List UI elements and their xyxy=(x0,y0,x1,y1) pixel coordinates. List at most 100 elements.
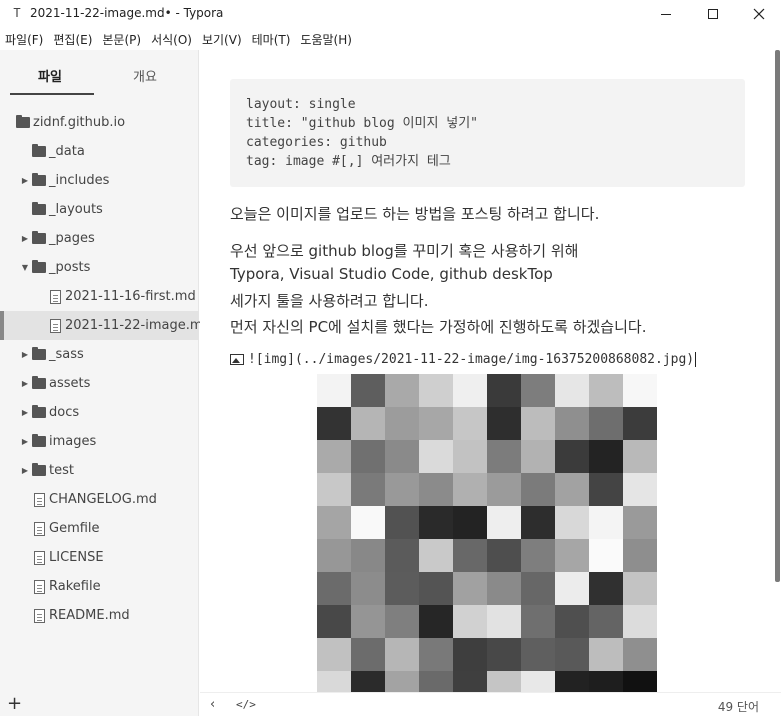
paragraph-intro: 오늘은 이미지를 업로드 하는 방법을 포스팅 하려고 합니다. xyxy=(230,205,600,223)
folder-icon xyxy=(32,260,46,273)
source-code-mode-button[interactable]: </> xyxy=(236,698,256,711)
image-pixel-block xyxy=(317,605,351,638)
image-pixel-block xyxy=(555,539,589,572)
tree-folder[interactable]: ▶ _includes xyxy=(0,166,199,195)
tree-folder[interactable]: ▶ images xyxy=(0,427,199,456)
maximize-icon xyxy=(708,9,718,19)
close-button[interactable] xyxy=(736,0,781,28)
tree-file[interactable]: Gemfile xyxy=(0,514,199,543)
image-pixel-block xyxy=(521,671,555,692)
embedded-image[interactable] xyxy=(317,374,657,692)
image-pixel-block xyxy=(385,605,419,638)
chevron-right-icon[interactable]: ▶ xyxy=(20,437,30,446)
folder-icon xyxy=(32,144,46,157)
image-pixel-block xyxy=(419,440,453,473)
tree-folder[interactable]: zidnf.github.io xyxy=(0,108,199,137)
editor-area[interactable]: layout: single title: "github blog 이미지 넣… xyxy=(200,50,781,692)
yaml-front-matter[interactable]: layout: single title: "github blog 이미지 넣… xyxy=(230,79,745,187)
menu-themes[interactable]: 테마(T) xyxy=(252,31,291,48)
tree-folder[interactable]: ▶ _pages xyxy=(0,224,199,253)
tree-item-label: docs xyxy=(49,405,80,420)
tab-outline[interactable]: 개요 xyxy=(133,66,157,85)
tree-folder[interactable]: ▶ test xyxy=(0,456,199,485)
front-matter-line: title: "github blog 이미지 넣기" xyxy=(246,116,478,131)
tree-file[interactable]: 2021-11-16-first.md xyxy=(0,282,199,311)
image-pixel-block xyxy=(555,407,589,440)
menu-view[interactable]: 보기(V) xyxy=(202,31,242,48)
image-pixel-block xyxy=(623,638,657,671)
word-count[interactable]: 49 단어 xyxy=(718,698,759,715)
chevron-down-icon[interactable]: ▼ xyxy=(20,263,30,272)
image-pixel-block xyxy=(385,407,419,440)
image-pixel-block xyxy=(487,539,521,572)
editor-scrollbar[interactable] xyxy=(773,50,781,692)
chevron-right-icon[interactable]: ▶ xyxy=(20,176,30,185)
chevron-right-icon[interactable]: ▶ xyxy=(20,234,30,243)
tree-file[interactable]: Rakefile xyxy=(0,572,199,601)
image-pixel-block xyxy=(351,506,385,539)
image-pixel-block xyxy=(487,407,521,440)
tree-folder[interactable]: _data xyxy=(0,137,199,166)
folder-icon xyxy=(32,463,46,476)
maximize-button[interactable] xyxy=(690,0,736,28)
paragraph-line: 우선 앞으로 github blog를 꾸미기 혹은 사용하기 위해 xyxy=(230,242,579,260)
close-icon xyxy=(753,8,765,20)
minimize-button[interactable] xyxy=(643,0,689,28)
tree-folder[interactable]: ▶ assets xyxy=(0,369,199,398)
chevron-right-icon[interactable]: ▶ xyxy=(20,350,30,359)
menu-edit[interactable]: 편집(E) xyxy=(53,31,92,48)
image-pixel-block xyxy=(453,605,487,638)
image-pixel-block xyxy=(623,407,657,440)
image-pixel-block xyxy=(385,473,419,506)
tree-item-label: _includes xyxy=(49,173,110,188)
menu-format[interactable]: 서식(O) xyxy=(151,31,192,48)
tree-item-label: 2021-11-22-image.md xyxy=(65,318,211,333)
sidebar-footer: + xyxy=(0,692,199,716)
file-sidebar: 파일 개요 zidnf.github.io _data ▶ _includes _lay… xyxy=(0,50,211,716)
image-markdown-source[interactable]: ![img](../images/2021-11-22-image/img-16… xyxy=(230,352,697,367)
tree-item-label: LICENSE xyxy=(49,550,104,565)
tree-folder[interactable]: ▶ docs xyxy=(0,398,199,427)
image-pixel-block xyxy=(317,506,351,539)
tab-files[interactable]: 파일 xyxy=(38,66,62,85)
tree-folder[interactable]: _layouts xyxy=(0,195,199,224)
tree-file[interactable]: CHANGELOG.md xyxy=(0,485,199,514)
folder-icon xyxy=(16,115,30,128)
image-pixel-block xyxy=(453,638,487,671)
image-pixel-block xyxy=(453,374,487,407)
image-pixel-block xyxy=(453,407,487,440)
folder-icon xyxy=(32,434,46,447)
image-pixel-block xyxy=(317,638,351,671)
image-pixel-block xyxy=(487,671,521,692)
menu-help[interactable]: 도움말(H) xyxy=(300,31,352,48)
image-icon xyxy=(230,354,244,365)
image-pixel-block xyxy=(351,638,385,671)
chevron-right-icon[interactable]: ▶ xyxy=(20,408,30,417)
image-pixel-block xyxy=(487,440,521,473)
file-icon xyxy=(34,608,45,623)
typora-app-icon: T xyxy=(13,6,21,20)
scroll-thumb[interactable] xyxy=(775,50,780,582)
tree-folder[interactable]: ▼ _posts xyxy=(0,253,199,282)
tree-folder[interactable]: ▶ _sass xyxy=(0,340,199,369)
image-pixel-block xyxy=(589,671,623,692)
tree-file[interactable]: LICENSE xyxy=(0,543,199,572)
tree-file[interactable]: 2021-11-22-image.md xyxy=(0,311,211,340)
image-pixel-block xyxy=(453,572,487,605)
image-markdown-text: ![img](../images/2021-11-22-image/img-16… xyxy=(248,352,695,367)
image-pixel-block xyxy=(487,638,521,671)
chevron-right-icon[interactable]: ▶ xyxy=(20,466,30,475)
chevron-right-icon[interactable]: ▶ xyxy=(20,379,30,388)
menu-paragraph[interactable]: 본문(P) xyxy=(102,31,141,48)
image-pixel-block xyxy=(487,473,521,506)
image-pixel-block xyxy=(385,539,419,572)
image-pixel-block xyxy=(453,473,487,506)
toggle-sidebar-button[interactable]: ‹ xyxy=(210,697,215,712)
folder-icon xyxy=(32,173,46,186)
tree-item-label: Gemfile xyxy=(49,521,100,536)
add-file-button[interactable]: + xyxy=(7,692,22,716)
image-pixel-block xyxy=(419,506,453,539)
image-pixel-block xyxy=(623,539,657,572)
menu-file[interactable]: 파일(F) xyxy=(5,31,43,48)
tree-file[interactable]: README.md xyxy=(0,601,199,630)
